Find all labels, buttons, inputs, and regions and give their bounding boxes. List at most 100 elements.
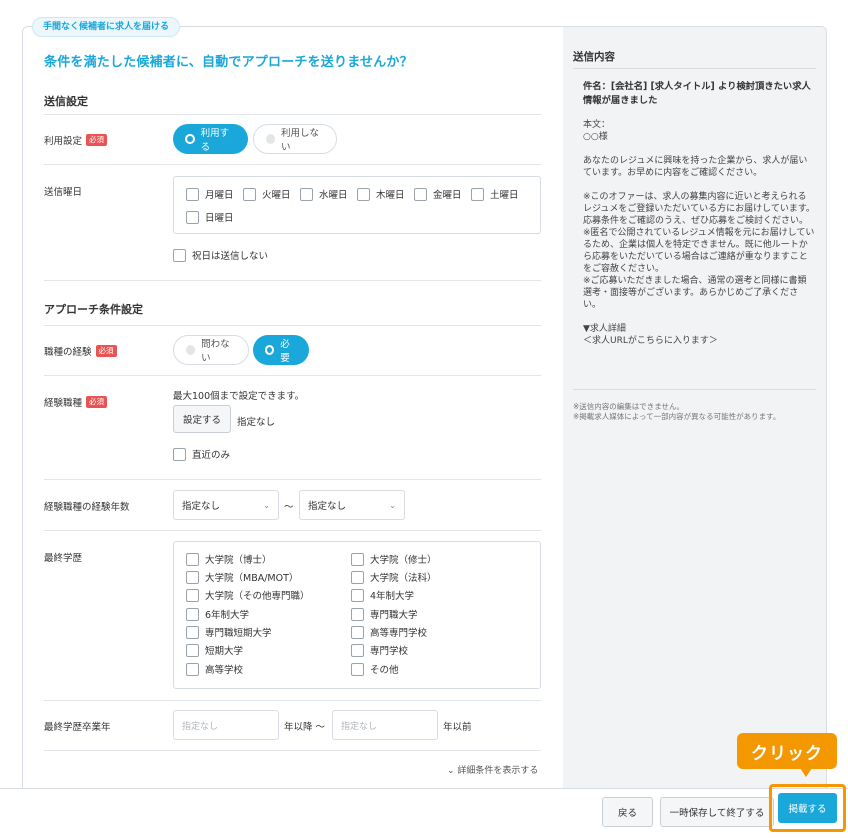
checkbox-icon (173, 248, 186, 262)
divider (44, 164, 541, 165)
radio-checked-icon (185, 134, 195, 144)
save-draft-button[interactable]: 一時保存して終了する (660, 797, 774, 827)
required-badge: 必須 (95, 345, 117, 357)
years-to-select[interactable]: 指定なし ⌄ (299, 490, 405, 520)
education-checkbox[interactable]: 6年制大学 (186, 607, 249, 621)
education-checkbox[interactable]: 専門職大学 (351, 607, 418, 621)
job-types-label: 経験職種 必須 (44, 395, 108, 409)
checkbox-icon (300, 187, 313, 201)
education-checkbox[interactable]: 大学院（法科） (351, 570, 437, 584)
weekday-checkbox-mon[interactable]: 月曜日 (186, 187, 234, 201)
experience-off-label: 問わない (201, 339, 230, 364)
graduation-after-label: 年以降 (284, 722, 313, 733)
weekday-checkbox-tue[interactable]: 火曜日 (243, 187, 291, 201)
holiday-label: 祝日は送信しない (192, 251, 269, 262)
experience-off-radio[interactable]: 問わない (173, 335, 249, 365)
checkbox-icon (186, 570, 199, 584)
divider (573, 389, 816, 390)
graduation-before-text: 年以前 (443, 722, 472, 733)
usage-label-text: 利用設定 (44, 136, 83, 147)
job-types-value: 指定なし (237, 417, 276, 428)
experience-on-radio[interactable]: 必要 (253, 335, 309, 365)
education-box: 大学院（博士） 大学院（MBA/MOT） 大学院（その他専門職） 6年制大学 専… (173, 541, 541, 689)
section-tab-label: 手間なく候補者に求人を届ける (32, 17, 181, 37)
preview-title: 送信内容 (573, 51, 615, 63)
weekday-checkbox-wed[interactable]: 水曜日 (300, 187, 348, 201)
usage-off-radio[interactable]: 利用しない (253, 124, 337, 154)
years-from-select[interactable]: 指定なし ⌄ (173, 490, 279, 520)
education-checkbox[interactable]: 専門学校 (351, 643, 408, 657)
radio-unchecked-icon (266, 134, 276, 144)
education-option: 6年制大学 (205, 610, 250, 621)
education-option: 専門職大学 (370, 610, 418, 621)
usage-label: 利用設定 必須 (44, 133, 108, 147)
education-option: 高等学校 (205, 665, 244, 676)
checkbox-icon (351, 588, 364, 602)
checkbox-icon (186, 588, 199, 602)
job-types-set-button[interactable]: 設定する (173, 405, 231, 433)
settings-card: 条件を満たした候補者に、自動でアプローチを送りませんか？ 送信設定 利用設定 必… (22, 26, 827, 838)
divider (44, 750, 541, 751)
checkbox-icon (351, 643, 364, 657)
click-callout: クリック (737, 733, 837, 769)
years-separator: 〜 (284, 502, 294, 513)
checkbox-icon (351, 552, 364, 566)
education-option: 大学院（MBA/MOT） (205, 573, 299, 584)
weekday-label-text: 金曜日 (433, 190, 462, 201)
weekday-checkbox-sun[interactable]: 日曜日 (186, 210, 234, 224)
education-checkbox[interactable]: 高等学校 (186, 662, 243, 676)
checkbox-icon (186, 187, 199, 201)
recent-only-label: 直近のみ (192, 450, 231, 461)
graduation-to-input[interactable]: 指定なし (332, 710, 438, 740)
weekday-checkbox-sat[interactable]: 土曜日 (471, 187, 519, 201)
weekday-checkbox-thu[interactable]: 木曜日 (357, 187, 405, 201)
checkbox-icon (351, 662, 364, 676)
usage-on-label: 利用する (200, 128, 230, 153)
education-checkbox[interactable]: その他 (351, 662, 399, 676)
education-checkbox[interactable]: 大学院（博士） (186, 552, 272, 566)
graduation-label: 最終学歴卒業年 (44, 722, 111, 733)
checkbox-icon (357, 187, 370, 201)
preview-footnote: ※送信内容の編集はできません。 ※掲載求人媒体によって一部内容が異なる可能性があ… (573, 402, 781, 421)
back-button[interactable]: 戻る (602, 797, 653, 827)
weekday-checkbox-fri[interactable]: 金曜日 (414, 187, 462, 201)
experience-label-text: 職種の経験 (44, 347, 92, 358)
education-checkbox[interactable]: 大学院（その他専門職） (186, 588, 310, 602)
education-checkbox[interactable]: 大学院（MBA/MOT） (186, 570, 298, 584)
checkbox-icon (351, 607, 364, 621)
education-checkbox[interactable]: 4年制大学 (351, 588, 414, 602)
checkbox-icon (243, 187, 256, 201)
education-option: 専門職短期大学 (205, 628, 272, 639)
checkbox-icon (351, 625, 364, 639)
weekday-label-text: 日曜日 (205, 213, 234, 224)
graduation-after-text: 年以降 〜 (284, 719, 325, 733)
chevron-down-icon: ⌄ (447, 766, 455, 776)
holiday-checkbox[interactable]: 祝日は送信しない (173, 248, 268, 262)
checkbox-icon (186, 662, 199, 676)
weekday-box: 月曜日 火曜日 水曜日 木曜日 金曜日 土曜日 日曜日 (173, 176, 541, 234)
education-option: 4年制大学 (370, 591, 415, 602)
education-option: 専門学校 (370, 646, 409, 657)
divider (44, 479, 541, 480)
approach-title: アプローチ条件設定 (44, 303, 143, 316)
page-headline: 条件を満たした候補者に、自動でアプローチを送りませんか？ (44, 55, 413, 70)
preview-subject: 件名：[会社名] [求人タイトル] より検討頂きたい求人情報が届きました (583, 81, 811, 106)
checkbox-icon (186, 552, 199, 566)
publish-button[interactable]: 掲載する (778, 793, 837, 823)
usage-on-radio[interactable]: 利用する (173, 124, 248, 154)
years-from-value: 指定なし (182, 501, 221, 512)
experience-label: 職種の経験 必須 (44, 344, 117, 358)
education-checkbox[interactable]: 高等専門学校 (351, 625, 427, 639)
graduation-from-input[interactable]: 指定なし (173, 710, 279, 740)
years-to-value: 指定なし (308, 501, 347, 512)
education-option: 大学院（その他専門職） (205, 591, 310, 602)
education-option: 大学院（修士） (370, 555, 437, 566)
weekday-label-text: 月曜日 (205, 190, 234, 201)
usage-off-label: 利用しない (281, 128, 320, 153)
education-checkbox[interactable]: 専門職短期大学 (186, 625, 272, 639)
recent-only-checkbox[interactable]: 直近のみ (173, 447, 230, 461)
show-more-conditions-link[interactable]: ⌄ 詳細条件を表示する (447, 763, 538, 776)
divider (44, 700, 541, 701)
education-checkbox[interactable]: 短期大学 (186, 643, 243, 657)
education-checkbox[interactable]: 大学院（修士） (351, 552, 437, 566)
